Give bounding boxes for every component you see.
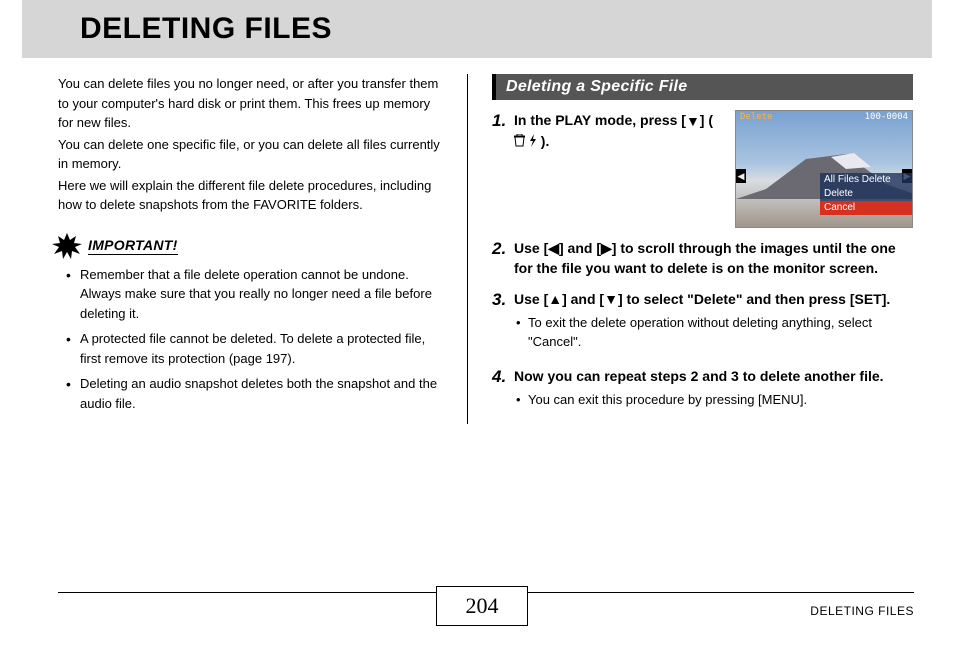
down-triangle-icon: ▼	[686, 111, 700, 131]
step-3-sub: To exit the delete operation without del…	[528, 313, 913, 352]
page-header: DELETING FILES	[22, 0, 932, 58]
ss-menu: All Files Delete Delete Cancel	[820, 173, 912, 215]
step-4-text: Now you can repeat steps 2 and 3 to dele…	[514, 366, 913, 386]
page-footer: 204 DELETING FILES	[0, 582, 954, 636]
important-item: Deleting an audio snapshot deletes both …	[80, 374, 443, 413]
important-item: Remember that a file delete operation ca…	[80, 265, 443, 324]
footer-rule-right	[528, 592, 914, 593]
ss-counter: 100-0004	[865, 112, 908, 124]
footer-rule-left	[58, 592, 436, 593]
step-4: 4. Now you can repeat steps 2 and 3 to d…	[492, 366, 913, 414]
starburst-icon	[52, 233, 82, 259]
ss-menu-item-selected: Cancel	[820, 201, 912, 215]
camera-screenshot: Delete 100-0004 ◀ ▶ All Files Delete Del…	[735, 110, 913, 228]
step-2-text: Use [◀] and [▶] to scroll through the im…	[514, 238, 913, 279]
step-number: 1.	[492, 110, 514, 228]
intro-text: You can delete files you no longer need,…	[58, 74, 443, 215]
step-1: 1. In the PLAY mode, press [▼] ( ). Dele…	[492, 110, 913, 228]
step-number: 2.	[492, 238, 514, 279]
content-area: You can delete files you no longer need,…	[0, 58, 954, 424]
page-number: 204	[436, 586, 528, 626]
important-item: A protected file cannot be deleted. To d…	[80, 329, 443, 368]
ss-left-arrow-icon: ◀	[736, 169, 746, 183]
important-label: IMPORTANT!	[88, 237, 178, 255]
left-column: You can delete files you no longer need,…	[58, 74, 468, 424]
step-4-sub: You can exit this procedure by pressing …	[528, 390, 913, 410]
section-heading: Deleting a Specific File	[492, 74, 913, 100]
intro-p1: You can delete files you no longer need,…	[58, 74, 443, 133]
step-2: 2. Use [◀] and [▶] to scroll through the…	[492, 238, 913, 279]
step-3: 3. Use [▲] and [▼] to select "Delete" an…	[492, 289, 913, 356]
step-3-text: Use [▲] and [▼] to select "Delete" and t…	[514, 289, 913, 309]
intro-p2: You can delete one specific file, or you…	[58, 135, 443, 174]
right-column: Deleting a Specific File 1. In the PLAY …	[468, 74, 913, 424]
page-title: DELETING FILES	[80, 12, 932, 46]
footer-section-label: DELETING FILES	[810, 604, 914, 618]
step-number: 4.	[492, 366, 514, 414]
step-1-text: In the PLAY mode, press [▼] ( ).	[514, 112, 713, 149]
important-heading: IMPORTANT!	[52, 233, 443, 259]
ss-menu-item: All Files Delete	[820, 173, 912, 187]
ss-mode-label: Delete	[740, 112, 773, 124]
important-list: Remember that a file delete operation ca…	[58, 265, 443, 414]
flash-icon	[529, 134, 537, 147]
trash-icon	[514, 134, 525, 147]
ss-menu-item: Delete	[820, 187, 912, 201]
intro-p3: Here we will explain the different file …	[58, 176, 443, 215]
step-number: 3.	[492, 289, 514, 356]
